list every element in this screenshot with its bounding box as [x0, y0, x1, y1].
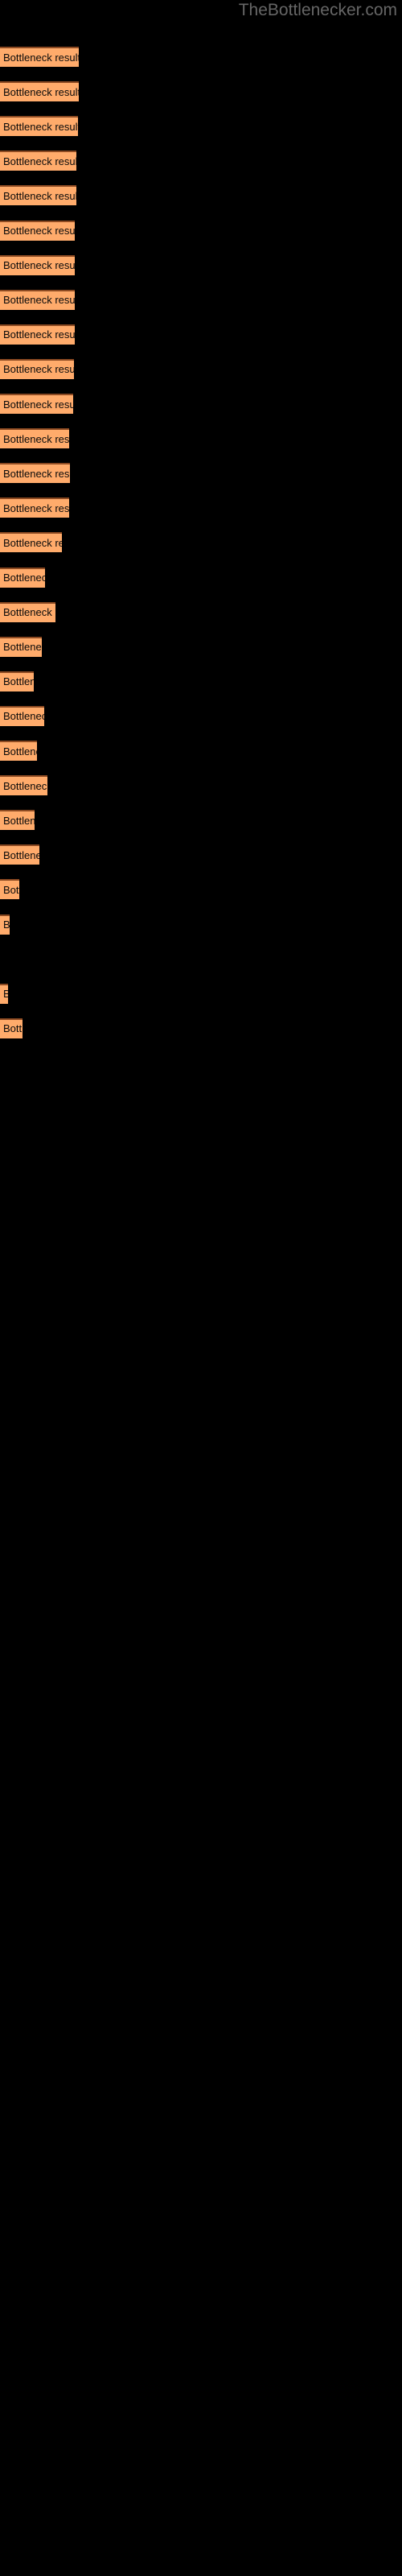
bar-row: Bottleneck result: [0, 428, 402, 463]
bar-row: Bottleneck result: [0, 567, 402, 602]
bar-row: Bottleneck result: [0, 463, 402, 497]
bar-label: Bottleneck result: [3, 120, 78, 133]
bar-label: Bottleneck result: [3, 1022, 23, 1035]
bar-label: Bottleneck result: [3, 432, 69, 445]
bar-row: Bottleneck result: [0, 358, 402, 394]
bar-24[interactable]: Bottleneck result: [0, 844, 39, 865]
bar-row: Bottleneck result: [0, 532, 402, 567]
bar-14[interactable]: Bottleneck result: [0, 497, 69, 518]
bar-row: Bottleneck result: [0, 775, 402, 810]
bar-20[interactable]: Bottleneck result: [0, 705, 44, 726]
bar-row: Bottleneck result: [0, 1018, 402, 1053]
bar-16[interactable]: Bottleneck result: [0, 567, 45, 588]
bar-4[interactable]: Bottleneck result: [0, 151, 76, 171]
bar-row: Bottleneck result: [0, 705, 402, 741]
bar-label: Bottleneck result: [3, 363, 74, 376]
bar-row: Bottleneck result: [0, 601, 402, 637]
bar-label: Bottleneck result: [3, 502, 69, 514]
bar-row: Bottleneck result: [0, 116, 402, 151]
bar-12[interactable]: Bottleneck result: [0, 428, 69, 449]
bar-7[interactable]: Bottleneck result: [0, 254, 75, 275]
bar-9[interactable]: Bottleneck result: [0, 324, 75, 345]
bar-21[interactable]: Bottleneck result: [0, 741, 37, 761]
bar-row: Bottleneck result: [0, 671, 402, 706]
bar-15[interactable]: Bottleneck result: [0, 532, 62, 553]
bar-row: Bottleneck result: [0, 185, 402, 220]
bar-row: Bottleneck result: [0, 983, 402, 1018]
bar-label: Bottleneck result: [3, 51, 79, 64]
bar-18[interactable]: Bottleneck result: [0, 636, 42, 657]
bar-label: Bottleneck result: [3, 745, 37, 758]
bar-label: Bottleneck result: [3, 779, 47, 792]
bar-label: Bottleneck result: [3, 294, 75, 307]
bar-label: Bottleneck result: [3, 572, 45, 584]
bar-3[interactable]: Bottleneck result: [0, 116, 78, 137]
bar-8[interactable]: Bottleneck result: [0, 289, 75, 310]
bar-row: Bottleneck result: [0, 636, 402, 671]
bar-label: Bottleneck result: [3, 919, 10, 931]
bar-label: Bottleneck result: [3, 225, 75, 237]
bar-label: Bottleneck result: [3, 710, 44, 723]
bar-row: Bottleneck result: [0, 844, 402, 879]
bar-6[interactable]: Bottleneck result: [0, 220, 75, 241]
bar-2[interactable]: Bottleneck result: [0, 81, 79, 102]
bar-label: Bottleneck result: [3, 467, 70, 480]
bar-label: Bottleneck result: [3, 883, 19, 896]
bar-28[interactable]: Bottleneck result: [0, 983, 8, 1004]
bar-5[interactable]: Bottleneck result: [0, 185, 76, 206]
bar-row: Bottleneck result: [0, 289, 402, 324]
bar-row: Bottleneck result: [0, 810, 402, 844]
bar-row: Bottleneck result: [0, 914, 402, 949]
bar-row: Bottleneck result: [0, 47, 402, 81]
bar-row: [0, 949, 402, 984]
bar-row: Bottleneck result: [0, 324, 402, 359]
bar-label: Bottleneck result: [3, 989, 8, 1000]
bar-29[interactable]: Bottleneck result: [0, 1018, 23, 1038]
bar-22[interactable]: Bottleneck result: [0, 775, 47, 796]
bar-25[interactable]: Bottleneck result: [0, 879, 19, 900]
bar-row: Bottleneck result: [0, 741, 402, 775]
bar-row: Bottleneck result: [0, 220, 402, 255]
bar-19[interactable]: Bottleneck result: [0, 671, 34, 691]
bar-17[interactable]: Bottleneck result: [0, 601, 55, 622]
bar-label: Bottleneck result: [3, 328, 75, 341]
bar-row: Bottleneck result: [0, 497, 402, 532]
bar-1[interactable]: Bottleneck result: [0, 47, 79, 67]
bar-label: Bottleneck result: [3, 536, 62, 549]
bar-label: Bottleneck result: [3, 85, 79, 98]
bar-row: Bottleneck result: [0, 151, 402, 185]
bar-label: Bottleneck result: [3, 814, 35, 827]
bar-row: Bottleneck result: [0, 394, 402, 428]
bar-row: Bottleneck result: [0, 81, 402, 116]
bar-label: Bottleneck result: [3, 259, 75, 272]
bar-label: Bottleneck result: [3, 398, 73, 411]
bar-23[interactable]: Bottleneck result: [0, 810, 35, 831]
bar-26[interactable]: Bottleneck result: [0, 914, 10, 935]
bar-row: Bottleneck result: [0, 879, 402, 914]
bar-row: Bottleneck result: [0, 254, 402, 290]
bar-13[interactable]: Bottleneck result: [0, 463, 70, 484]
bar-11[interactable]: Bottleneck result: [0, 394, 73, 414]
bar-label: Bottleneck result: [3, 189, 76, 202]
bar-chart-plot-area: Bottleneck result Bottleneck result Bottle…: [0, 16, 402, 2576]
bar-10[interactable]: Bottleneck result: [0, 358, 74, 379]
bar-label: Bottleneck result: [3, 606, 55, 619]
bar-label: Bottleneck result: [3, 155, 76, 167]
bar-label: Bottleneck result: [3, 848, 39, 861]
bar-label: Bottleneck result: [3, 641, 42, 654]
bar-label: Bottleneck result: [3, 675, 34, 688]
